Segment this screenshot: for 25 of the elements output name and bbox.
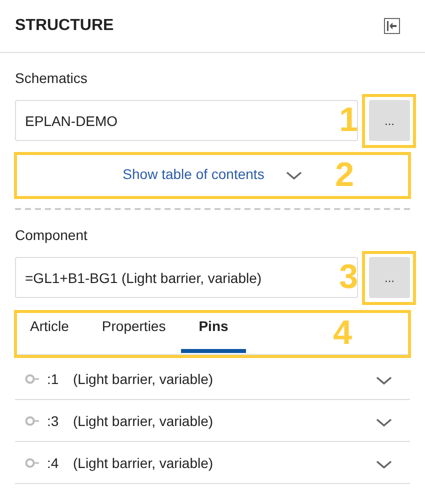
- annotation-frame: [362, 94, 416, 148]
- tab[interactable]: Pins: [180, 313, 246, 353]
- pin-number: :1: [47, 370, 60, 386]
- pin-name: (Light barrier, variable): [73, 454, 214, 470]
- expand-icon[interactable]: [376, 376, 392, 386]
- browse-button[interactable]: ...: [369, 257, 410, 298]
- annotation-number: 4: [333, 316, 352, 350]
- pin-name: (Light barrier, variable): [73, 370, 214, 386]
- tab[interactable]: Article: [30, 313, 69, 353]
- collapse-panel-icon[interactable]: [384, 18, 400, 34]
- expand-icon[interactable]: [376, 460, 392, 470]
- expand-icon[interactable]: [376, 418, 392, 428]
- annotation-number: 1: [339, 103, 358, 137]
- field-label: Schematics: [15, 70, 88, 88]
- panel-title: STRUCTURE: [15, 17, 114, 35]
- annotation-number: 2: [335, 158, 354, 192]
- pin-name: (Light barrier, variable): [73, 412, 214, 428]
- tab[interactable]: Properties: [102, 313, 166, 353]
- browse-button[interactable]: ...: [369, 100, 410, 141]
- chevron-icon: [286, 170, 302, 180]
- annotation-frame: [362, 251, 416, 305]
- field-label: Component: [15, 227, 88, 245]
- pin-number: :3: [47, 412, 60, 428]
- annotation-number: 3: [339, 260, 358, 294]
- pin-number: :4: [47, 454, 60, 470]
